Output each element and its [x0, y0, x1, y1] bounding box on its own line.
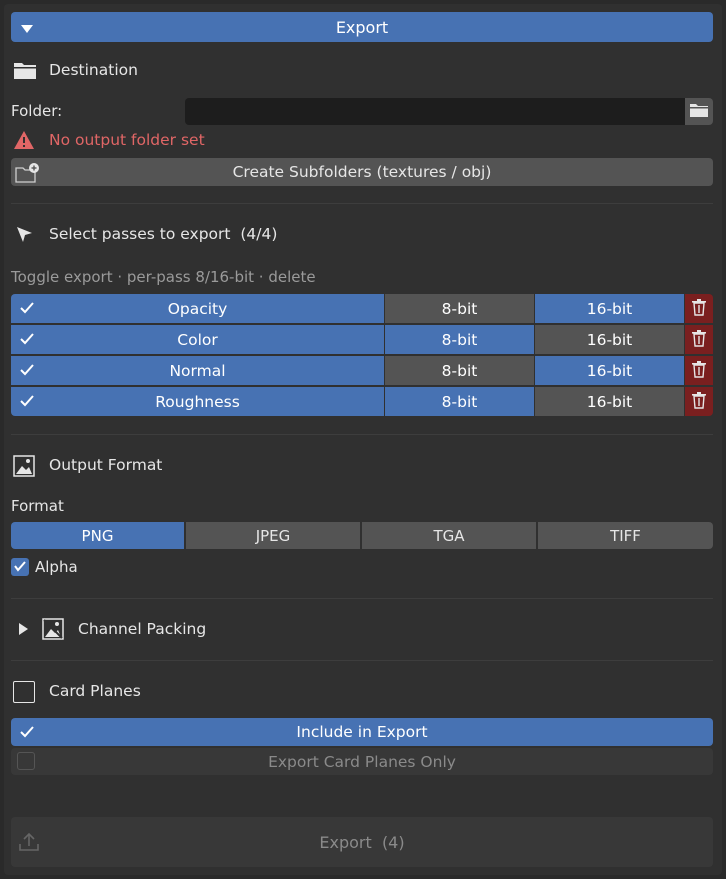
export-button-label: Export (4)	[319, 832, 405, 852]
trash-icon	[691, 298, 707, 320]
pass-8bit-button[interactable]: 8-bit	[385, 356, 534, 385]
folder-icon	[13, 60, 37, 84]
alpha-label: Alpha	[35, 558, 78, 576]
create-subfolders-button[interactable]: Create Subfolders (textures / obj)	[11, 158, 713, 186]
alpha-checkbox[interactable]	[11, 558, 29, 576]
bit16-label: 16-bit	[586, 330, 633, 349]
check-icon	[19, 363, 35, 381]
check-icon	[13, 558, 27, 576]
format-option-tiff[interactable]: TIFF	[538, 522, 713, 549]
warning-icon	[13, 130, 35, 154]
pass-name: Color	[177, 330, 218, 349]
bit8-label: 8-bit	[441, 299, 478, 318]
export-header[interactable]: Export	[11, 12, 713, 42]
include-in-export-label: Include in Export	[296, 723, 428, 741]
card-planes-checkbox[interactable]	[13, 681, 35, 703]
pass-toggle-roughness[interactable]: Roughness	[11, 387, 384, 416]
export-header-title: Export	[335, 17, 389, 37]
format-option-label: TIFF	[610, 526, 641, 545]
bit8-label: 8-bit	[441, 392, 478, 411]
pass-toggle-normal[interactable]: Normal	[11, 356, 384, 385]
format-label: Format	[11, 497, 64, 515]
format-option-tga[interactable]: TGA	[362, 522, 536, 549]
trash-icon	[691, 360, 707, 382]
delete-pass-button[interactable]	[685, 294, 713, 323]
export-button[interactable]: Export (4)	[11, 817, 713, 867]
include-in-export-toggle[interactable]: Include in Export	[11, 718, 713, 746]
image-icon	[42, 618, 64, 644]
card-planes-title: Card Planes	[49, 682, 141, 700]
destination-title: Destination	[49, 61, 138, 79]
format-option-label: TGA	[433, 526, 465, 545]
check-icon	[19, 394, 35, 412]
trash-icon	[691, 329, 707, 351]
separator	[11, 434, 713, 435]
separator	[11, 203, 713, 204]
cursor-arrow-icon	[15, 225, 35, 249]
delete-pass-button[interactable]	[685, 387, 713, 416]
trash-icon	[691, 391, 707, 413]
bit8-label: 8-bit	[441, 330, 478, 349]
pass-16bit-button[interactable]: 16-bit	[535, 387, 684, 416]
passes-table: Opacity 8-bit 16-bit Color 8-bit 16-bit …	[11, 294, 713, 418]
image-icon	[13, 455, 35, 481]
export-card-planes-only-label: Export Card Planes Only	[268, 752, 456, 771]
warning-message: No output folder set	[49, 131, 205, 149]
format-option-label: JPEG	[255, 526, 291, 545]
folder-label: Folder:	[11, 102, 63, 120]
bit8-label: 8-bit	[441, 361, 478, 380]
empty-checkbox-icon	[17, 752, 35, 770]
delete-pass-button[interactable]	[685, 356, 713, 385]
pass-name: Opacity	[167, 299, 228, 318]
pass-8bit-button[interactable]: 8-bit	[385, 294, 534, 323]
channel-packing-title: Channel Packing	[78, 620, 207, 638]
pass-16bit-button[interactable]: 16-bit	[535, 294, 684, 323]
pass-16bit-button[interactable]: 16-bit	[535, 325, 684, 354]
expand-arrow-icon[interactable]	[17, 622, 29, 640]
passes-title: Select passes to export (4/4)	[49, 225, 278, 243]
upload-icon	[18, 832, 40, 856]
format-option-label: PNG	[81, 526, 114, 545]
export-card-planes-only-toggle[interactable]: Export Card Planes Only	[11, 748, 713, 775]
collapse-arrow-icon[interactable]	[20, 21, 34, 39]
output-format-title: Output Format	[49, 456, 163, 474]
new-folder-icon	[15, 162, 41, 188]
pass-16bit-button[interactable]: 16-bit	[535, 356, 684, 385]
separator	[11, 598, 713, 599]
pass-8bit-button[interactable]: 8-bit	[385, 325, 534, 354]
folder-browse-icon	[689, 102, 709, 122]
delete-pass-button[interactable]	[685, 325, 713, 354]
pass-toggle-opacity[interactable]: Opacity	[11, 294, 384, 323]
pass-name: Roughness	[155, 392, 240, 411]
create-subfolders-label: Create Subfolders (textures / obj)	[232, 163, 492, 181]
bit16-label: 16-bit	[586, 299, 633, 318]
bit16-label: 16-bit	[586, 392, 633, 411]
check-icon	[19, 301, 35, 319]
format-option-jpeg[interactable]: JPEG	[186, 522, 360, 549]
pass-toggle-color[interactable]: Color	[11, 325, 384, 354]
separator	[11, 660, 713, 661]
check-icon	[19, 725, 35, 743]
check-icon	[19, 332, 35, 350]
folder-input[interactable]	[185, 98, 685, 125]
pass-name: Normal	[169, 361, 226, 380]
pass-8bit-button[interactable]: 8-bit	[385, 387, 534, 416]
passes-hint: Toggle export · per-pass 8/16-bit · dele…	[11, 268, 316, 286]
browse-folder-button[interactable]	[685, 98, 713, 125]
bit16-label: 16-bit	[586, 361, 633, 380]
format-option-png[interactable]: PNG	[11, 522, 184, 549]
